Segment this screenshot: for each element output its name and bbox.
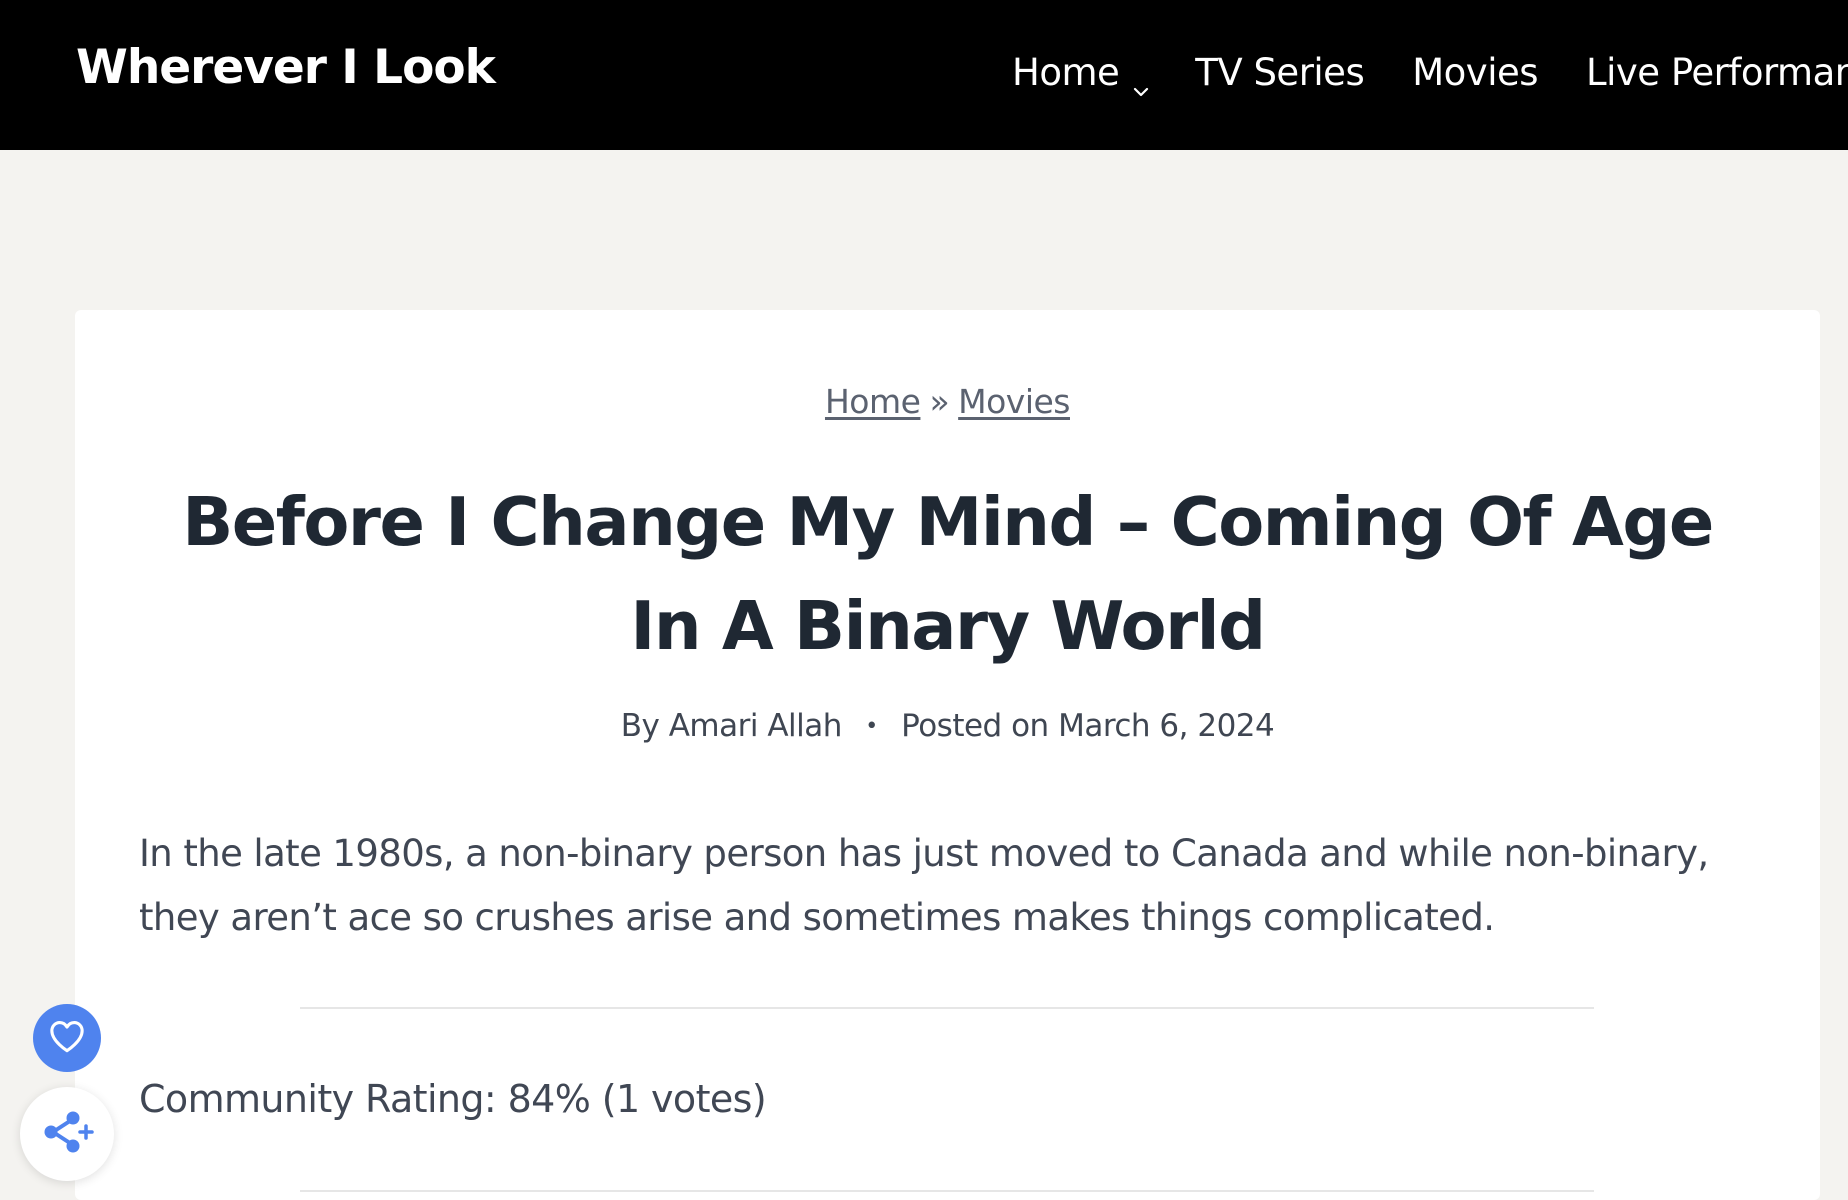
community-rating: Community Rating: 84% (1 votes) [139,1077,767,1121]
like-button[interactable] [33,1004,101,1072]
posted-prefix: Posted on [901,708,1049,744]
nav-item-label: Live Performances [1586,50,1848,94]
post-excerpt: In the late 1980s, a non-binary person h… [139,832,1709,939]
divider [300,1007,1594,1009]
nav-item-tv-series[interactable]: TV Series [1195,51,1364,94]
breadcrumb-home-link[interactable]: Home [825,382,921,421]
meta-separator: • [865,714,878,739]
divider [300,1190,1594,1192]
heart-icon [48,1019,86,1058]
chevron-down-icon [1133,66,1149,97]
nav-item-home[interactable]: Home [1012,50,1149,97]
share-button[interactable] [20,1087,114,1181]
content-card [75,310,1820,1200]
site-title[interactable]: Wherever I Look [76,40,496,95]
post-title: Before I Change My Mind – Coming Of Age … [182,483,1714,665]
nav-item-movies[interactable]: Movies [1412,51,1538,94]
nav-item-label: TV Series [1195,50,1365,94]
breadcrumb-movies-link[interactable]: Movies [958,382,1070,421]
post-date: March 6, 2024 [1058,708,1275,744]
author-name[interactable]: Amari Allah [669,708,843,744]
breadcrumb-separator: » [929,382,950,421]
share-plus-icon [39,1107,95,1162]
main-nav: Home TV Series Movies Live Performances [1012,47,1848,97]
nav-item-label: Movies [1412,50,1539,94]
site-header: Wherever I Look Home TV Series Movies Li… [0,0,1848,150]
post-meta: By Amari Allah • Posted on March 6, 2024 [0,708,1848,744]
nav-item-label: Home [1012,50,1120,94]
nav-item-live-performances[interactable]: Live Performances [1586,51,1848,94]
breadcrumb: Home» Movies [0,382,1848,421]
author-prefix: By [620,708,660,744]
